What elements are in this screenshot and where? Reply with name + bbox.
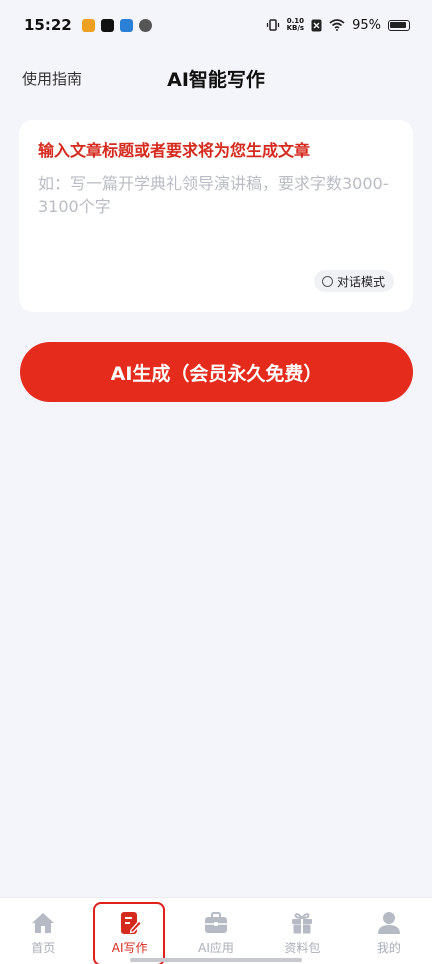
vibrate-icon — [266, 19, 279, 31]
toolbox-icon — [205, 912, 228, 933]
nav-item-ai-apps[interactable]: AI应用 — [173, 898, 259, 964]
nav-item-ai-writing[interactable]: AI写作 — [86, 898, 172, 964]
page-title: AI智能写作 — [167, 68, 265, 91]
battery-icon — [388, 19, 410, 31]
profile-icon — [377, 912, 400, 934]
radio-circle-icon — [321, 275, 333, 287]
status-left: 15:22 — [24, 16, 152, 34]
chat-mode-toggle[interactable]: 对话模式 — [313, 270, 394, 292]
battery-percent: 95% — [352, 17, 381, 33]
bottom-nav: 首页 AI写作 AI应用 资料包 我的 — [0, 897, 432, 964]
home-icon — [32, 913, 55, 933]
weibo-notification-icon — [81, 18, 95, 32]
fan-notification-icon — [138, 18, 152, 32]
nav-item-home[interactable]: 首页 — [0, 898, 86, 964]
status-right: 0.10 KB/s 95% — [266, 18, 410, 33]
tiktok-notification-icon — [100, 18, 114, 32]
chat-mode-label: 对话模式 — [336, 274, 385, 289]
prompt-title: 输入文章标题或者要求将为您生成文章 — [38, 141, 311, 160]
article-prompt-input[interactable] — [38, 172, 394, 262]
nav-label-home: 首页 — [31, 941, 56, 955]
usage-guide-link[interactable]: 使用指南 — [22, 68, 82, 89]
nav-label-profile: 我的 — [376, 941, 401, 955]
nav-label-resources: 资料包 — [284, 941, 321, 955]
nav-item-profile[interactable]: 我的 — [346, 898, 432, 964]
article-input-card: 输入文章标题或者要求将为您生成文章 对话模式 — [19, 120, 413, 312]
nav-item-resources[interactable]: 资料包 — [259, 898, 345, 964]
nav-label-ai-writing: AI写作 — [111, 941, 148, 955]
home-indicator[interactable] — [130, 958, 302, 962]
no-sim-icon — [311, 19, 322, 31]
app-notification-icon — [119, 18, 133, 32]
network-speed-unit: KB/s — [286, 24, 305, 32]
status-bar: 15:22 0.10 KB/s 95% — [0, 0, 432, 50]
write-icon — [120, 912, 143, 934]
page-header: 使用指南 AI智能写作 — [0, 56, 432, 100]
wifi-icon — [329, 19, 345, 31]
status-time: 15:22 — [24, 16, 72, 34]
ai-generate-button[interactable]: AI生成（会员永久免费） — [20, 342, 413, 402]
nav-label-ai-apps: AI应用 — [198, 941, 234, 955]
network-speed: 0.10 KB/s — [287, 18, 304, 32]
gift-icon — [292, 913, 313, 934]
